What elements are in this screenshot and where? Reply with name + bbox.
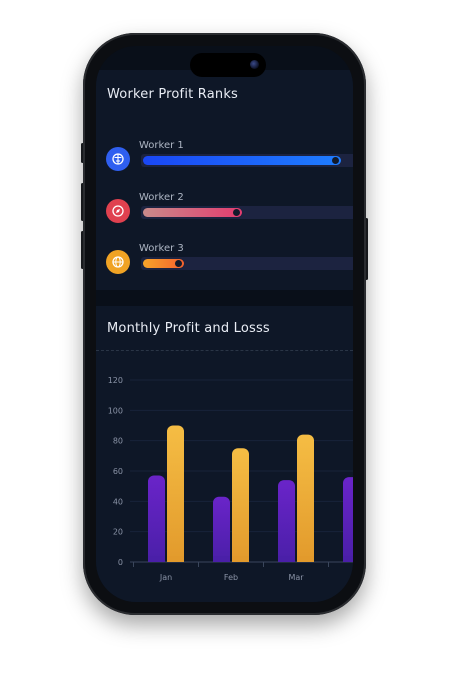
orange-bar	[167, 425, 184, 562]
bar-base	[148, 556, 165, 562]
compass-icon	[106, 199, 130, 223]
worker-row[interactable]: Worker 3	[106, 243, 353, 277]
worker-row[interactable]: Worker 1	[106, 140, 353, 174]
purple-bar	[343, 477, 353, 562]
progress-handle	[332, 157, 339, 164]
bar-base	[343, 556, 353, 562]
bar-base	[167, 556, 184, 562]
globe-icon	[106, 250, 130, 274]
profit-loss-chart: 0 20 40 60 80 100 120 Jan Feb Mar	[108, 376, 353, 582]
worker-profit-ranks-card: Worker Profit Ranks Worker 1 Worker 2 Wo…	[96, 70, 353, 290]
phone-screen: Worker Profit Ranks Worker 1 Worker 2 Wo…	[96, 46, 353, 602]
purple-bar	[213, 496, 230, 562]
purple-bar	[148, 475, 165, 562]
purple-bar	[278, 480, 295, 562]
progress-handle	[175, 260, 182, 267]
card-title: Worker Profit Ranks	[107, 87, 239, 102]
orange-bar	[297, 434, 314, 562]
x-tick-label: Feb	[224, 573, 238, 582]
globe-grid-icon	[106, 147, 130, 171]
worker-label: Worker 2	[139, 192, 184, 203]
bar-base	[213, 556, 230, 562]
y-tick-label: 120	[108, 376, 123, 385]
worker-row[interactable]: Worker 2	[106, 192, 353, 226]
y-tick-label: 60	[113, 467, 123, 476]
x-tick-label: Mar	[288, 573, 304, 582]
bar-base	[297, 556, 314, 562]
y-tick-label: 40	[113, 497, 123, 506]
worker-label: Worker 3	[139, 243, 184, 254]
progress-fill	[143, 208, 242, 217]
progress-handle	[233, 209, 240, 216]
worker-label: Worker 1	[139, 140, 184, 151]
bar-base	[232, 556, 249, 562]
y-tick-label: 80	[113, 437, 123, 446]
progress-fill	[143, 156, 341, 165]
camera-icon	[250, 60, 259, 69]
y-tick-label: 0	[118, 558, 123, 567]
orange-bar	[232, 448, 249, 562]
x-tick-label: Jan	[159, 573, 172, 582]
card-title: Monthly Profit and Losss	[107, 321, 270, 336]
bar-base	[278, 556, 295, 562]
y-tick-label: 100	[108, 406, 123, 415]
y-tick-label: 20	[113, 528, 123, 537]
